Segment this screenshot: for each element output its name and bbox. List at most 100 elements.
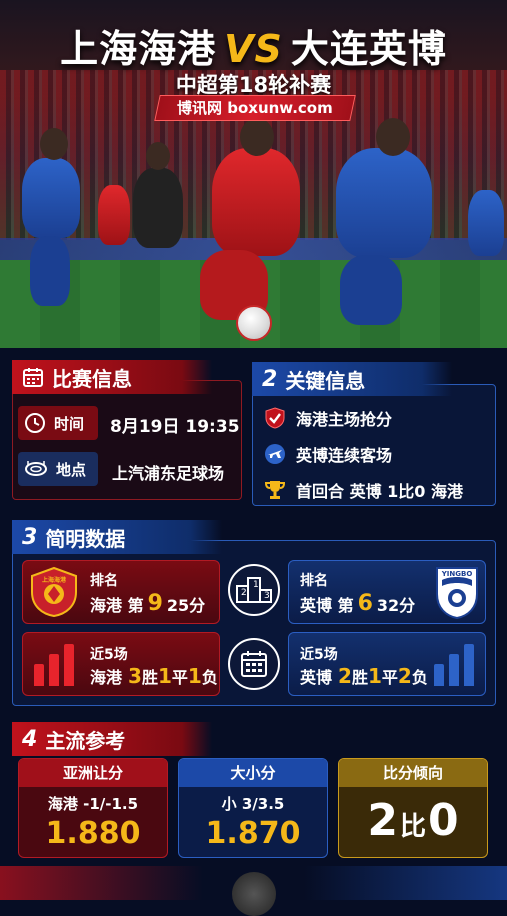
win-unit: 胜 <box>141 668 158 687</box>
key-info-item: 英博连续客场 <box>264 442 392 466</box>
calendar-icon <box>22 366 44 388</box>
away-team-name: 大连英博 <box>290 27 447 71</box>
podium-icon: 1 2 3 <box>228 564 280 616</box>
player-legs <box>30 236 70 306</box>
form-bar <box>449 654 459 686</box>
player-head <box>240 118 274 156</box>
key-info-item: 首回合 英博 1比0 海港 <box>264 478 463 502</box>
home-rank-team: 海港 第 <box>90 595 144 615</box>
home-badge-text: 上海海港 <box>41 577 66 584</box>
home-form-team: 海港 <box>90 668 123 687</box>
football <box>236 305 272 341</box>
away-rank-value: 6 <box>357 591 373 616</box>
draw-unit: 平 <box>171 668 188 687</box>
podium-3: 3 <box>264 591 270 601</box>
score-tendency-card: 比分倾向 2比0 <box>338 758 488 858</box>
airplane-icon <box>264 443 286 465</box>
away-rank-line: 英博 第 6 32分 <box>300 591 415 616</box>
away-losses: 2 <box>397 664 412 688</box>
vs-label: VS <box>224 27 283 71</box>
loss-unit: 负 <box>411 668 428 687</box>
home-rank-line: 海港 第 9 25分 <box>90 591 205 616</box>
dalian-yingbo-badge: YINGBO <box>434 564 480 620</box>
venue-tag: 地点 <box>18 452 98 486</box>
ou-odds: 1.870 <box>205 816 301 851</box>
key-info-title: 关键信息 <box>285 368 366 393</box>
home-form-line: 海港 3 胜 1 平 1 负 <box>90 664 218 688</box>
score-value: 2比0 <box>339 795 487 846</box>
score-away: 0 <box>428 795 459 846</box>
home-form-bars <box>32 642 78 686</box>
match-info-title: 比赛信息 <box>52 366 132 391</box>
home-points: 25分 <box>166 595 206 615</box>
key-info-text: 海港主场抢分 <box>296 410 393 429</box>
key-info-header: 2 关键信息 <box>252 362 452 396</box>
score-home: 2 <box>367 795 398 846</box>
away-points: 32分 <box>376 595 416 615</box>
match-info-header: 比赛信息 <box>12 360 212 394</box>
time-tag: 时间 <box>18 406 98 440</box>
ou-title: 大小分 <box>179 759 327 787</box>
score-title: 比分倾向 <box>339 759 487 787</box>
brand-banner[interactable]: 博讯网 boxunw.com <box>154 95 356 121</box>
asian-line: 海港 -1/-1.5 <box>47 795 139 813</box>
match-title: 上海海港 VS 大连英博 <box>0 18 507 73</box>
stats-header: 3 简明数据 <box>12 520 222 554</box>
bottom-ball-decoration <box>232 872 276 916</box>
podium-1: 1 <box>253 580 259 590</box>
away-rank-label: 排名 <box>300 573 328 589</box>
player-head <box>376 118 410 156</box>
player-legs <box>340 255 402 325</box>
stats-title: 简明数据 <box>45 526 126 551</box>
home-rank-label: 排名 <box>90 573 118 589</box>
form-bar <box>434 664 444 686</box>
ou-line: 小 3/3.5 <box>221 795 285 813</box>
home-draws: 1 <box>157 664 172 688</box>
form-bar <box>49 654 59 686</box>
home-losses: 1 <box>187 664 202 688</box>
away-form-team: 英博 <box>300 668 333 687</box>
win-unit: 胜 <box>351 668 368 687</box>
score-mid: 比 <box>399 812 426 842</box>
over-under-card: 大小分 小 3/3.5 1.870 <box>178 758 328 858</box>
stadium-icon <box>24 459 48 479</box>
player-blue-right <box>468 190 504 256</box>
away-wins: 2 <box>338 664 352 688</box>
podium-2: 2 <box>241 588 247 598</box>
form-bar <box>34 664 44 686</box>
shanghai-port-badge: 上海海港 <box>30 566 78 618</box>
player-red-bg <box>98 185 130 245</box>
away-draws: 1 <box>367 664 382 688</box>
player-head <box>40 128 68 160</box>
away-rank-team: 英博 第 <box>300 595 354 615</box>
time-label: 时间 <box>54 414 85 433</box>
calendar-circle-icon <box>228 638 280 690</box>
reference-header: 4 主流参考 <box>12 722 212 756</box>
asian-odds: 1.880 <box>45 816 141 851</box>
form-bar <box>464 644 474 686</box>
away-badge-text: YINGBO <box>441 570 473 578</box>
away-form-line: 英博 2 胜 1 平 2 负 <box>300 664 428 688</box>
home-form-label: 近5场 <box>90 647 128 663</box>
loss-unit: 负 <box>201 668 218 687</box>
home-team-name: 上海海港 <box>60 27 217 71</box>
key-info-text: 首回合 英博 1比0 海港 <box>296 482 463 501</box>
clock-icon <box>24 412 46 434</box>
asian-title: 亚洲让分 <box>19 759 167 787</box>
form-bar <box>64 644 74 686</box>
section-number: 3 <box>22 524 38 550</box>
player-blue-left <box>22 158 80 238</box>
section-number: 2 <box>262 366 278 392</box>
brand-text: 博讯网 boxunw.com <box>177 99 333 117</box>
referee <box>133 168 183 248</box>
away-form-bars <box>432 642 478 686</box>
home-rank-value: 9 <box>147 591 163 616</box>
key-info-item: 海港主场抢分 <box>264 406 392 430</box>
venue-value: 上汽浦东足球场 <box>112 464 225 483</box>
home-wins: 3 <box>128 664 142 688</box>
time-value: 8月19日 19:35 <box>110 417 240 437</box>
player-blue-main <box>336 148 432 258</box>
asian-handicap-card: 亚洲让分 海港 -1/-1.5 1.880 <box>18 758 168 858</box>
draw-unit: 平 <box>381 668 398 687</box>
hero-image: 上海海港 VS 大连英博 中超第18轮补赛 博讯网 boxunw.com <box>0 0 507 348</box>
